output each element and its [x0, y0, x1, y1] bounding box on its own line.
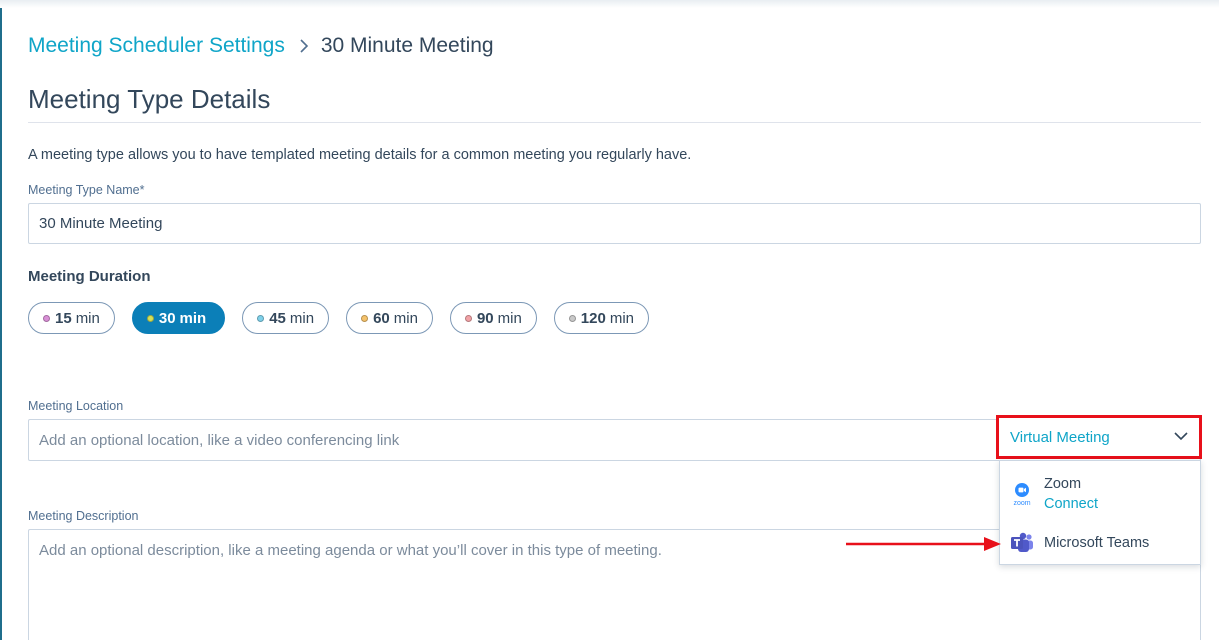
virtual-meeting-menu: zoom Zoom Connect Microsoft Teams	[999, 460, 1201, 565]
duration-pill-value: 120	[580, 309, 606, 327]
virtual-meeting-dropdown[interactable]: Virtual Meeting	[996, 415, 1202, 459]
color-dot-icon	[146, 314, 154, 322]
duration-pill-120[interactable]: 120 min	[553, 302, 649, 334]
duration-pill-unit: min	[609, 309, 634, 327]
duration-pill-value: 30	[158, 309, 176, 327]
duration-pill-value: 90	[476, 309, 494, 327]
duration-pill-value: 45	[269, 309, 286, 327]
zoom-connect-link[interactable]: Connect	[1044, 494, 1098, 514]
meeting-type-name-label: Meeting Type Name*	[28, 183, 145, 197]
color-dot-icon	[43, 314, 50, 322]
meeting-location-label: Meeting Location	[28, 399, 124, 413]
duration-pill-unit: min	[289, 309, 315, 327]
chevron-right-icon	[299, 38, 309, 54]
duration-pill-90[interactable]: 90 min	[449, 302, 537, 334]
zoom-logo-text: zoom	[1013, 500, 1030, 507]
meeting-duration-label: Meeting Duration	[28, 268, 151, 285]
meeting-location-placeholder: Add an optional location, like a video c…	[39, 431, 400, 449]
menu-item-zoom[interactable]: zoom Zoom Connect	[1000, 473, 1200, 515]
color-dot-icon	[361, 314, 369, 322]
duration-pill-value: 60	[373, 309, 390, 327]
left-edge-bar	[0, 0, 2, 640]
duration-pill-45[interactable]: 45 min	[242, 302, 330, 334]
duration-pill-unit: min	[179, 309, 207, 327]
meeting-description-label: Meeting Description	[28, 509, 139, 523]
duration-pill-15[interactable]: 15 min	[28, 302, 115, 334]
menu-item-zoom-label: Zoom	[1044, 476, 1082, 492]
title-divider	[28, 122, 1201, 123]
duration-pill-30[interactable]: 30 min	[131, 302, 226, 334]
color-dot-icon	[464, 314, 472, 322]
breadcrumb-current: 30 Minute Meeting	[320, 34, 494, 57]
zoom-icon: zoom	[1000, 480, 1044, 508]
duration-pill-group: 15 min 30 min 45 min 60 min 90 min 120 m…	[28, 302, 666, 334]
microsoft-teams-icon	[1000, 532, 1044, 554]
color-dot-icon	[257, 314, 265, 322]
duration-pill-unit: min	[75, 309, 100, 327]
breadcrumb: Meeting Scheduler Settings 30 Minute Mee…	[28, 34, 494, 58]
meeting-type-name-input[interactable]: 30 Minute Meeting	[28, 203, 1201, 244]
duration-pill-value: 15	[55, 309, 72, 327]
breadcrumb-parent-link[interactable]: Meeting Scheduler Settings	[28, 34, 285, 58]
red-arrow-annotation	[846, 537, 1001, 551]
meeting-type-name-value: 30 Minute Meeting	[39, 215, 163, 232]
menu-item-microsoft-teams[interactable]: Microsoft Teams	[1000, 531, 1200, 555]
page-description: A meeting type allows you to have templa…	[28, 147, 692, 163]
meeting-description-placeholder: Add an optional description, like a meet…	[39, 542, 662, 559]
duration-pill-60[interactable]: 60 min	[346, 302, 433, 334]
duration-pill-unit: min	[393, 309, 418, 327]
top-shadow	[0, 0, 1219, 8]
duration-pill-unit: min	[497, 309, 522, 327]
chevron-down-icon	[1174, 428, 1188, 446]
menu-item-microsoft-teams-label: Microsoft Teams	[1044, 535, 1150, 551]
color-dot-icon	[568, 314, 576, 322]
page-title: Meeting Type Details	[28, 84, 271, 114]
virtual-meeting-label: Virtual Meeting	[1010, 428, 1110, 446]
